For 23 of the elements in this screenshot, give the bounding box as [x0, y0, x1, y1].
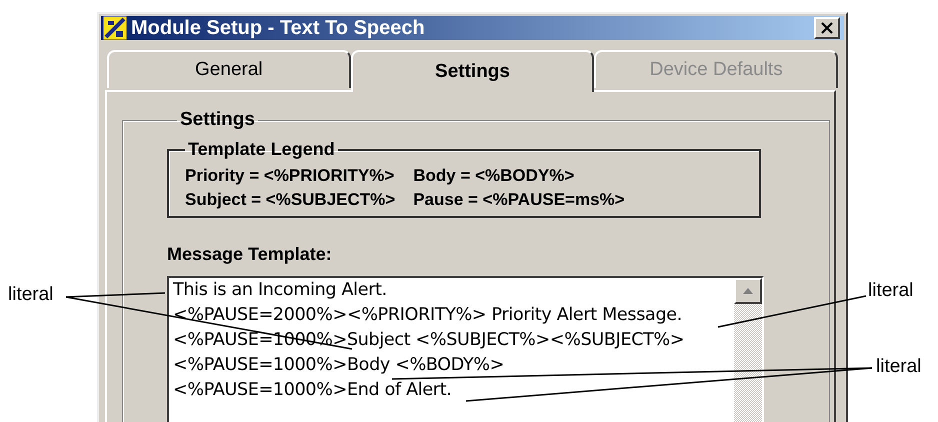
template-line: <%PAUSE=1000%>End of Alert. [173, 379, 452, 402]
close-button[interactable] [814, 17, 840, 39]
tab[interactable]: General [107, 50, 351, 88]
template-line: <%PAUSE=2000%><%PRIORITY%> Priority Alert Message. [173, 304, 682, 327]
callout-label: literal [868, 280, 914, 302]
field-label: Message Template: [167, 244, 333, 265]
callout-label: literal [8, 284, 54, 306]
window-title: Module Setup - Text To Speech [131, 16, 426, 40]
group-title: Settings [179, 109, 256, 131]
callout-label: literal [876, 356, 922, 378]
close-icon [821, 22, 833, 34]
legend-entry: Priority = <%PRIORITY%> [185, 166, 396, 186]
tab[interactable]: Settings [350, 50, 594, 92]
legend-entry: Subject = <%SUBJECT%> [185, 190, 396, 210]
scrollbar[interactable] [734, 278, 762, 422]
up-arrow-icon [743, 288, 753, 294]
scroll-up-button[interactable] [734, 278, 762, 304]
template-line: <%PAUSE=1000%>Body <%BODY%> [173, 354, 504, 377]
app-icon [103, 16, 127, 40]
legend-entry: Pause = <%PAUSE=ms%> [413, 190, 625, 210]
group-title: Template Legend [187, 139, 336, 160]
legend-entry: Body = <%BODY%> [413, 166, 576, 186]
template-line: This is an Incoming Alert. [173, 279, 387, 302]
